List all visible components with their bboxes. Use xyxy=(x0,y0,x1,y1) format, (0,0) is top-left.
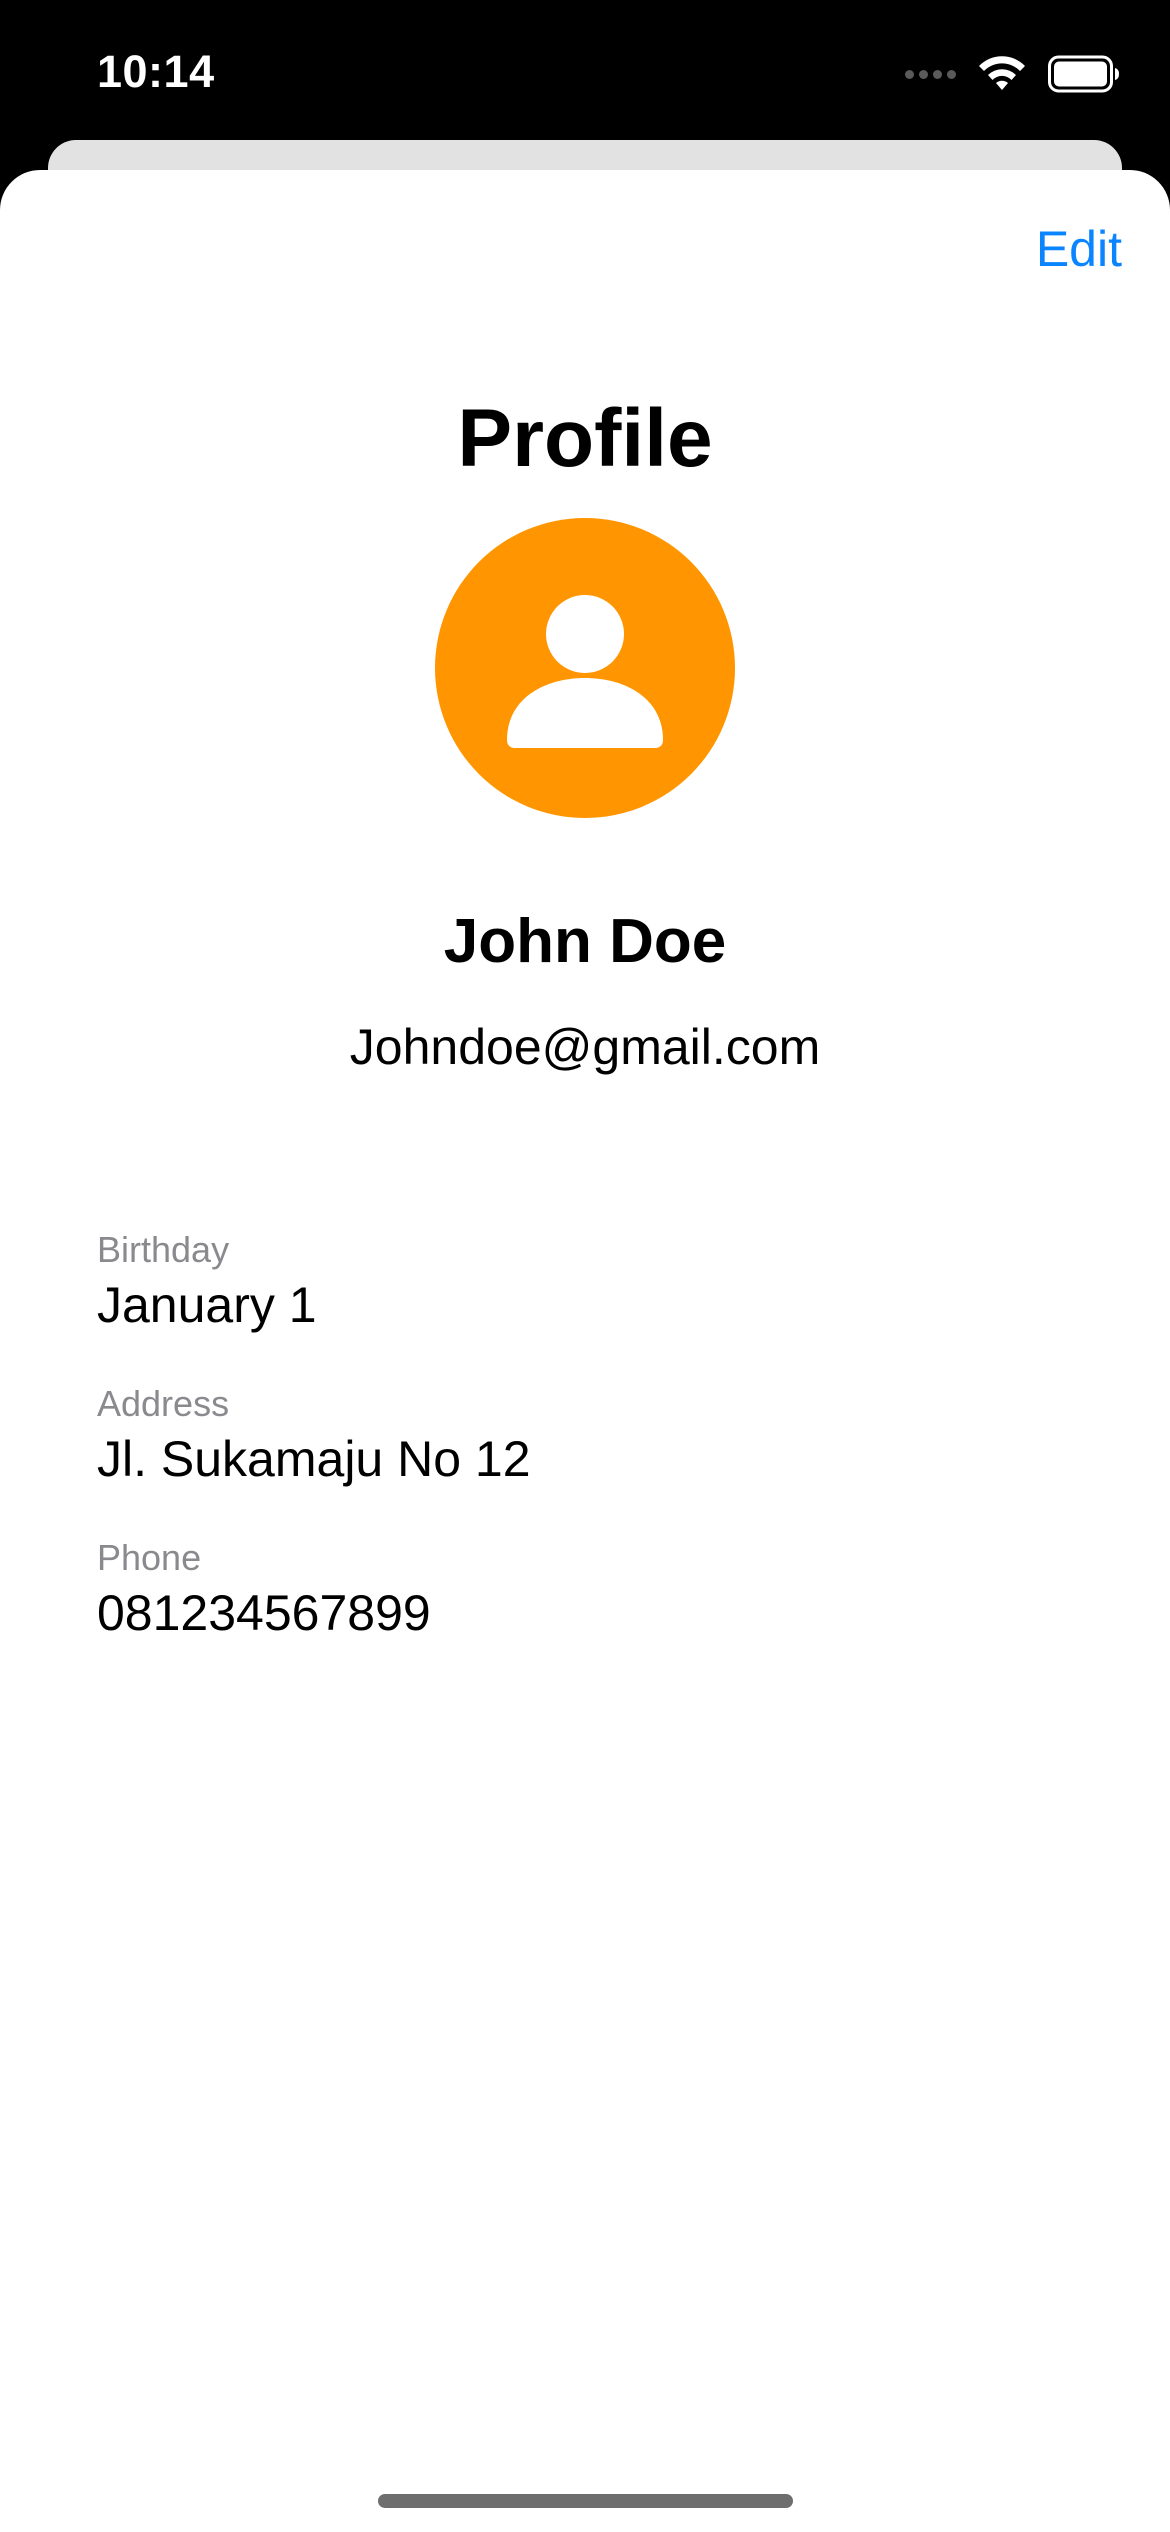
birthday-label: Birthday xyxy=(97,1229,230,1270)
address-label: Address xyxy=(97,1383,230,1424)
user-name: John Doe xyxy=(443,907,727,976)
avatar xyxy=(435,518,735,818)
address-value: Jl. Sukamaju No 12 xyxy=(97,1431,531,1487)
wifi-icon xyxy=(979,56,1025,90)
birthday-field: Birthday January 1 xyxy=(97,1228,317,1336)
birthday-value: January 1 xyxy=(97,1277,317,1333)
user-email: Johndoe@gmail.com xyxy=(349,1019,821,1075)
address-field: Address Jl. Sukamaju No 12 xyxy=(97,1382,531,1490)
phone-label: Phone xyxy=(97,1537,202,1578)
status-indicators xyxy=(905,52,1120,96)
status-time: 10:14 xyxy=(97,46,215,97)
phone-field: Phone 081234567899 xyxy=(97,1536,431,1644)
edit-button[interactable]: Edit xyxy=(1036,220,1122,278)
person-icon xyxy=(507,595,663,748)
screen: 10:14 Edit Profile John Doe Johndoe@gmai… xyxy=(0,0,1170,2532)
cellular-signal-icon xyxy=(905,69,956,79)
profile-sheet: Edit Profile John Doe Johndoe@gmail.com … xyxy=(0,170,1170,2532)
home-indicator[interactable] xyxy=(378,2494,793,2508)
page-title: Profile xyxy=(457,393,713,484)
battery-icon xyxy=(1048,55,1119,93)
phone-value: 081234567899 xyxy=(97,1585,431,1641)
